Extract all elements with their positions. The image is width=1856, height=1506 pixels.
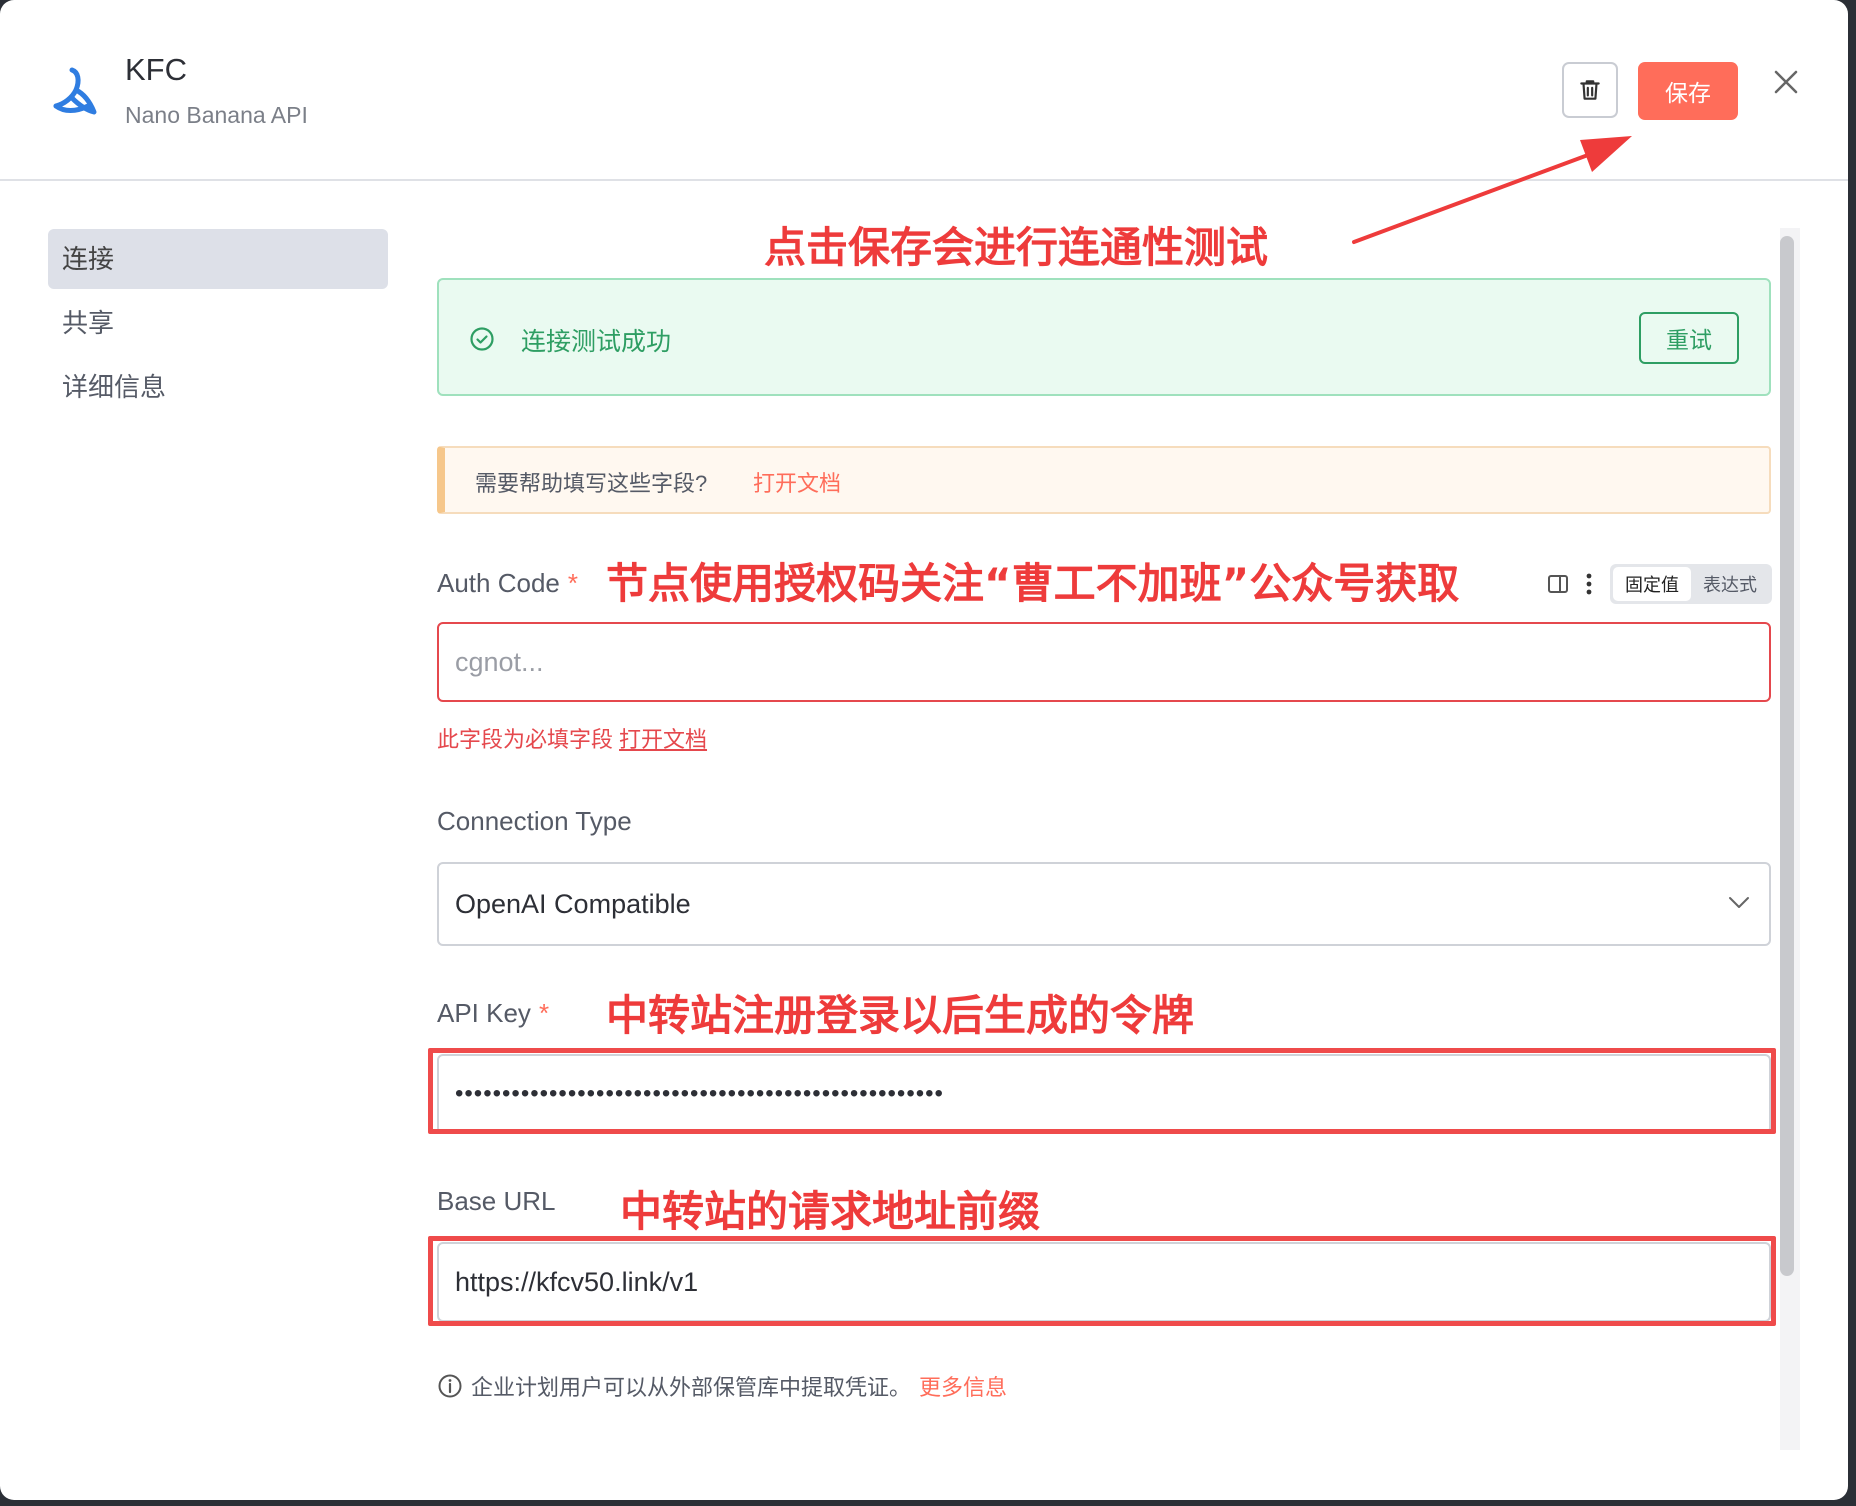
auth-code-error: 此字段为必填字段 打开文档 — [437, 722, 707, 754]
chevron-down-icon — [1729, 897, 1749, 908]
save-button[interactable]: 保存 — [1638, 62, 1738, 120]
auth-code-placeholder: cgnot... — [455, 647, 544, 677]
annotation-base-url-note: 中转站的请求地址前缀 — [620, 1187, 1041, 1236]
check-circle-icon — [470, 327, 494, 351]
sidebar-item-connection[interactable]: 连接 — [48, 229, 388, 289]
mode-fixed-option[interactable]: 固定值 — [1613, 567, 1691, 601]
annotation-auth-note: 节点使用授权码关注“曹工不加班”公众号获取 — [606, 559, 1460, 608]
retry-button[interactable]: 重试 — [1639, 312, 1739, 364]
mode-expression-option[interactable]: 表达式 — [1691, 567, 1769, 601]
annotation-api-key-note: 中转站注册登录以后生成的令牌 — [606, 991, 1195, 1040]
connection-type-select[interactable]: OpenAI Compatible — [437, 862, 1771, 946]
info-icon — [438, 1374, 462, 1398]
auth-code-label-text: Auth Code — [437, 568, 560, 598]
required-mark: * — [538, 998, 550, 1028]
api-key-label: API Key * — [437, 998, 549, 1029]
delete-button[interactable] — [1562, 62, 1618, 118]
api-key-label-text: API Key — [437, 998, 531, 1028]
annotation-box-api-key — [428, 1048, 1776, 1134]
sidebar-item-details[interactable]: 详细信息 — [48, 357, 388, 417]
more-options-icon[interactable] — [1582, 570, 1596, 598]
annotation-save-note: 点击保存会进行连通性测试 — [764, 223, 1269, 272]
auth-code-docs-link[interactable]: 打开文档 — [619, 727, 707, 752]
value-mode-toggle[interactable]: 固定值 表达式 — [1610, 564, 1772, 604]
required-mark: * — [567, 568, 578, 598]
auth-code-label: Auth Code * — [437, 568, 578, 599]
sidebar-item-sharing[interactable]: 共享 — [48, 293, 388, 353]
connection-type-value: OpenAI Compatible — [455, 889, 691, 919]
modal-header: KFC Nano Banana API 保存 — [0, 0, 1848, 181]
connection-type-label: Connection Type — [437, 806, 632, 836]
split-panel-icon[interactable] — [1546, 572, 1570, 596]
close-icon[interactable] — [1772, 68, 1800, 96]
help-callout: 需要帮助填写这些字段? 打开文档 — [437, 446, 1771, 514]
trash-icon — [1580, 80, 1600, 100]
base-url-label: Base URL — [437, 1186, 556, 1216]
more-info-link[interactable]: 更多信息 — [919, 1370, 1007, 1402]
help-text: 需要帮助填写这些字段? — [475, 471, 708, 496]
auth-code-error-text: 此字段为必填字段 — [437, 727, 614, 752]
vault-info-text: 企业计划用户可以从外部保管库中提取凭证。 — [471, 1375, 912, 1400]
open-docs-link[interactable]: 打开文档 — [753, 466, 841, 498]
connection-success-banner: 连接测试成功 重试 — [437, 278, 1771, 396]
scrollbar-thumb[interactable] — [1780, 236, 1794, 1276]
success-message: 连接测试成功 — [521, 328, 672, 356]
page-title: KFC — [125, 52, 187, 87]
vault-info: 企业计划用户可以从外部保管库中提取凭证。 更多信息 — [437, 1370, 1007, 1402]
credential-modal: KFC Nano Banana API 保存 连接 共享 详细信息 连接测试成功… — [0, 0, 1848, 1500]
annotation-box-base-url — [428, 1236, 1776, 1326]
auth-code-input[interactable]: cgnot... — [437, 622, 1771, 702]
banana-logo-icon — [53, 67, 97, 115]
page-subtitle: Nano Banana API — [125, 102, 308, 128]
